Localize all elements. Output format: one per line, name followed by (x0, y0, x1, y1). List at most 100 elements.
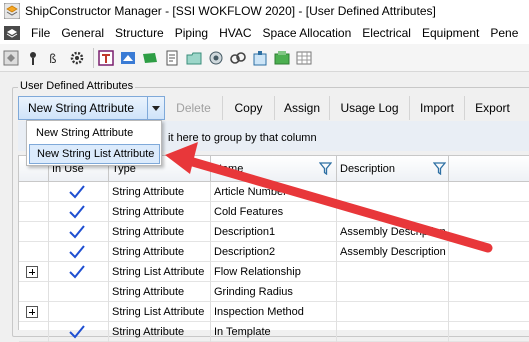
attribute-icon[interactable] (2, 49, 20, 67)
menu-penetrations[interactable]: Pene (485, 22, 524, 44)
name-cell: Cold Features (211, 202, 337, 222)
in-use-cell (49, 202, 109, 222)
menu-equipment[interactable]: Equipment (417, 22, 485, 44)
folder-icon[interactable] (185, 49, 203, 67)
checkmark-icon (69, 205, 85, 219)
menu-space-allocation[interactable]: Space Allocation (258, 22, 358, 44)
header-name[interactable]: Name (211, 156, 337, 182)
system-menu-icon[interactable] (4, 26, 20, 40)
table-row[interactable]: String Attribute In Template (19, 322, 529, 342)
expander-cell (19, 242, 49, 262)
grid-icon[interactable] (295, 49, 313, 67)
expander-cell (19, 262, 49, 282)
expander-cell (19, 322, 49, 342)
number-icon[interactable]: ß (46, 49, 64, 67)
link-icon[interactable] (229, 49, 247, 67)
menu-electrical[interactable]: Electrical (357, 22, 417, 44)
usage-log-button[interactable]: Usage Log (330, 96, 410, 120)
building-icon[interactable] (251, 49, 269, 67)
import-button[interactable]: Import (410, 96, 465, 120)
menu-structure[interactable]: Structure (110, 22, 170, 44)
in-use-cell (49, 242, 109, 262)
table-row[interactable]: String Attribute Description2 Assembly Des… (19, 242, 529, 262)
menu-bar: File General Structure Piping HVAC Space… (0, 22, 529, 44)
filter-icon[interactable] (433, 162, 446, 175)
menu-piping[interactable]: Piping (170, 22, 214, 44)
sphere-icon[interactable] (207, 49, 225, 67)
expand-row-icon[interactable] (26, 306, 38, 318)
copy-button[interactable]: Copy (223, 96, 275, 120)
title-bar: ShipConstructor Manager - [SSI WOKFLOW 2… (0, 0, 529, 22)
gear-icon[interactable] (68, 49, 86, 67)
name-cell: Description2 (211, 242, 337, 262)
table-row[interactable]: String Attribute Description1 Assembly Des… (19, 222, 529, 242)
type-cell: String Attribute (109, 322, 211, 342)
assign-button[interactable]: Assign (275, 96, 330, 120)
description-cell (337, 302, 449, 322)
type-cell: String Attribute (109, 242, 211, 262)
pin-icon[interactable] (24, 49, 42, 67)
menu-file[interactable]: File (26, 22, 56, 44)
description-cell (337, 182, 449, 202)
expander-cell (19, 302, 49, 322)
header-name-label: Name (214, 163, 244, 175)
expander-cell (19, 182, 49, 202)
description-cell (337, 322, 449, 342)
type-cell: String Attribute (109, 222, 211, 242)
table-row[interactable]: String List Attribute Flow Relationship (19, 262, 529, 282)
name-cell: Grinding Radius (211, 282, 337, 302)
table-row[interactable]: String Attribute Article Number (19, 182, 529, 202)
header-description-label: Description (340, 163, 396, 175)
in-use-cell (49, 182, 109, 202)
menu-general[interactable]: General (56, 22, 110, 44)
menu-hvac[interactable]: HVAC (214, 22, 257, 44)
filter-icon[interactable] (319, 162, 332, 175)
expand-row-icon[interactable] (26, 266, 38, 278)
checkmark-icon (69, 325, 85, 339)
menu-new-string-list-attribute[interactable]: New String List Attribute (29, 144, 160, 164)
type-cell: String List Attribute (109, 262, 211, 282)
name-cell: In Template (211, 322, 337, 342)
section-icon[interactable] (119, 49, 137, 67)
box-icon[interactable] (273, 49, 291, 67)
in-use-cell (49, 302, 109, 322)
menu-new-string-attribute[interactable]: New String Attribute (29, 123, 160, 143)
in-use-cell (49, 322, 109, 342)
checkmark-icon (69, 265, 85, 279)
name-cell: Article Number (211, 182, 337, 202)
name-cell: Inspection Method (211, 302, 337, 322)
shape-icon[interactable] (141, 49, 159, 67)
checkmark-icon (69, 225, 85, 239)
new-attribute-dropdown-menu: New String Attribute New String List Att… (26, 120, 162, 166)
name-cell: Description1 (211, 222, 337, 242)
description-cell (337, 282, 449, 302)
template-icon[interactable] (97, 49, 115, 67)
in-use-cell (49, 262, 109, 282)
toolbar: ß (0, 44, 529, 72)
expander-cell (19, 282, 49, 302)
header-description[interactable]: Description (337, 156, 449, 182)
type-cell: String Attribute (109, 182, 211, 202)
new-attribute-dropdown-button[interactable] (148, 96, 165, 120)
in-use-cell (49, 222, 109, 242)
checkmark-icon (69, 245, 85, 259)
expander-cell (19, 202, 49, 222)
sheet-icon[interactable] (163, 49, 181, 67)
table-row[interactable]: String List Attribute Inspection Method (19, 302, 529, 322)
delete-button[interactable]: Delete (165, 96, 223, 120)
expander-cell (19, 222, 49, 242)
description-cell: Assembly Description 2 (337, 242, 449, 262)
panel-title: User Defined Attributes (18, 80, 136, 92)
description-cell (337, 202, 449, 222)
table-row[interactable]: String Attribute Cold Features (19, 202, 529, 222)
type-cell: String Attribute (109, 202, 211, 222)
table-row[interactable]: String Attribute Grinding Radius (19, 282, 529, 302)
new-string-attribute-button[interactable]: New String Attribute (18, 96, 148, 120)
in-use-cell (49, 282, 109, 302)
export-button[interactable]: Export (465, 96, 520, 120)
app-logo-icon (4, 3, 20, 19)
checkmark-icon (69, 185, 85, 199)
svg-text:ß: ß (49, 52, 57, 66)
window-title: ShipConstructor Manager - [SSI WOKFLOW 2… (25, 4, 436, 18)
description-cell (337, 262, 449, 282)
